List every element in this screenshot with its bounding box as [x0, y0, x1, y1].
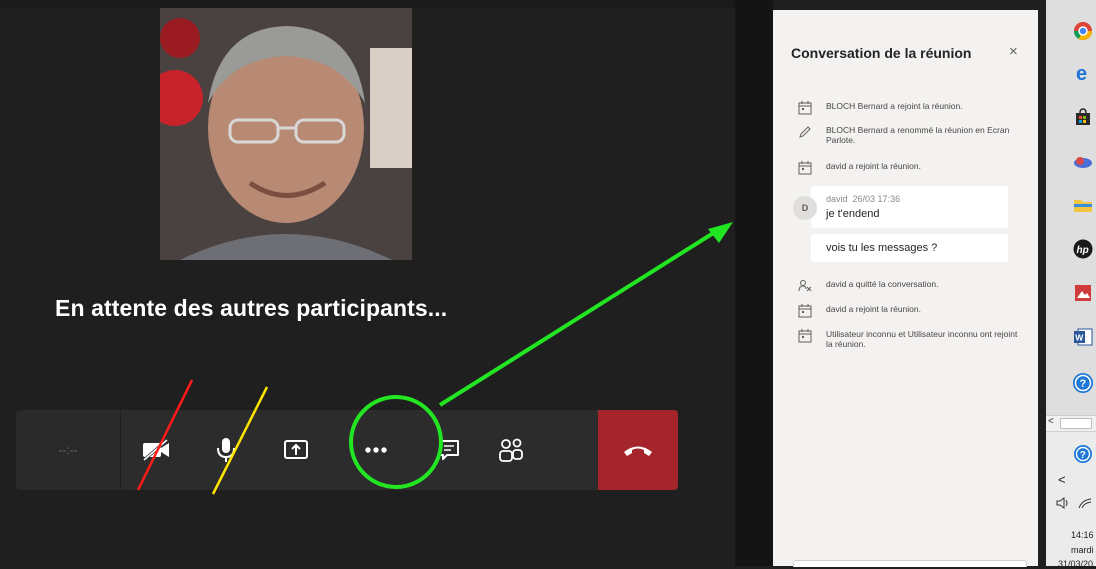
share-screen-icon — [284, 440, 308, 459]
hp-icon[interactable]: hp — [1072, 238, 1094, 260]
chat-event-row: BLOCH Bernard a renommé la réunion en Ec… — [798, 125, 1028, 145]
edge-icon[interactable]: e — [1072, 62, 1094, 84]
scroll-thumb[interactable] — [1060, 418, 1092, 429]
calendar-icon — [798, 329, 812, 343]
microphone-icon — [217, 438, 235, 462]
microphone-toggle-button[interactable] — [191, 410, 261, 490]
chat-event-row: BLOCH Bernard a rejoint la réunion. — [798, 101, 1028, 115]
participant-photo — [160, 8, 412, 260]
chrome-icon[interactable] — [1072, 20, 1094, 42]
file-explorer-icon[interactable] — [1072, 194, 1094, 216]
wifi-icon[interactable] — [1078, 497, 1092, 509]
message-meta: david 26/03 17:36 — [826, 194, 900, 204]
svg-text:e: e — [1076, 63, 1087, 83]
call-timer: --:-- — [16, 410, 120, 490]
chat-panel-title: Conversation de la réunion — [791, 45, 972, 61]
clock-time[interactable]: 14:16 — [1071, 530, 1094, 540]
chat-event-row: david a quitté la conversation. — [798, 279, 1028, 293]
taskbar-app-list: e hp W ? — [1046, 0, 1096, 415]
share-screen-button[interactable] — [261, 410, 331, 490]
chat-event-row: Utilisateur inconnu et Utilisateur incon… — [798, 329, 1028, 349]
image-icon[interactable] — [1072, 282, 1094, 304]
participants-button[interactable] — [476, 410, 546, 490]
more-options-icon — [365, 447, 387, 453]
windows-taskbar: e hp W ? < ? < 14:16 mardi 31/03/20 — [1046, 0, 1096, 569]
calendar-icon — [798, 101, 812, 115]
chat-event-text: david a rejoint la réunion. — [826, 304, 921, 314]
meeting-stage: En attente des autres participants... --… — [0, 0, 735, 566]
message-text: vois tu les messages ? — [826, 242, 938, 254]
green-arrow-head — [708, 222, 733, 243]
participants-icon — [499, 438, 523, 462]
calendar-icon — [798, 304, 812, 318]
taskbar-scrollbar[interactable]: < — [1046, 415, 1096, 432]
svg-text:?: ? — [1080, 450, 1086, 461]
message-text: je t'endend — [826, 208, 880, 220]
svg-text:W: W — [1075, 333, 1084, 343]
store-icon[interactable] — [1072, 106, 1094, 128]
clock-date[interactable]: 31/03/20 — [1058, 559, 1093, 569]
call-toolbar: --:-- — [16, 410, 678, 490]
chat-event-text: david a rejoint la réunion. — [826, 161, 921, 171]
hang-up-icon — [624, 446, 652, 456]
avatar: D — [793, 196, 817, 220]
chat-message: vois tu les messages ? — [811, 234, 1008, 262]
message-time: 26/03 17:36 — [852, 194, 901, 204]
clock-day[interactable]: mardi — [1071, 545, 1094, 555]
message-author: david — [826, 194, 848, 204]
speaker-icon[interactable] — [1056, 497, 1072, 509]
chat-button[interactable] — [421, 410, 476, 490]
svg-text:?: ? — [1080, 378, 1087, 390]
hang-up-button[interactable] — [598, 410, 678, 490]
chat-event-row: david a rejoint la réunion. — [798, 304, 1028, 318]
more-options-button[interactable] — [331, 410, 421, 490]
chat-event-text: BLOCH Bernard a renommé la réunion en Ec… — [826, 125, 1010, 145]
chat-event-text: Utilisateur inconnu et Utilisateur incon… — [826, 329, 1018, 349]
chat-event-row: david a rejoint la réunion. — [798, 161, 1028, 175]
chat-event-text: BLOCH Bernard a rejoint la réunion. — [826, 101, 963, 111]
help-icon[interactable]: ? — [1072, 443, 1094, 465]
close-chat-button[interactable]: × — [1009, 43, 1018, 60]
panel-gap — [1038, 0, 1046, 566]
svg-text:hp: hp — [1077, 245, 1089, 256]
stage-top-bar — [0, 0, 735, 8]
chat-message: david 26/03 17:36 je t'endend — [811, 186, 1008, 228]
meeting-chat-panel: Conversation de la réunion × BLOCH Berna… — [773, 10, 1038, 567]
camera-toggle-button[interactable] — [121, 410, 191, 490]
calendar-icon — [798, 161, 812, 175]
cloud-icon[interactable] — [1072, 150, 1094, 172]
panel-gap — [735, 0, 773, 566]
tray-expand-button[interactable]: < — [1058, 472, 1066, 487]
word-icon[interactable]: W — [1072, 326, 1094, 348]
scroll-left-arrow[interactable]: < — [1048, 416, 1054, 427]
green-arrow-line — [438, 230, 717, 407]
waiting-message: En attente des autres participants... — [55, 295, 448, 321]
help-icon[interactable]: ? — [1072, 372, 1094, 394]
pencil-icon — [799, 126, 811, 138]
chat-event-text: david a quitté la conversation. — [826, 279, 939, 289]
camera-off-icon — [143, 438, 169, 462]
leave-icon — [798, 280, 812, 292]
chat-icon — [438, 440, 459, 460]
